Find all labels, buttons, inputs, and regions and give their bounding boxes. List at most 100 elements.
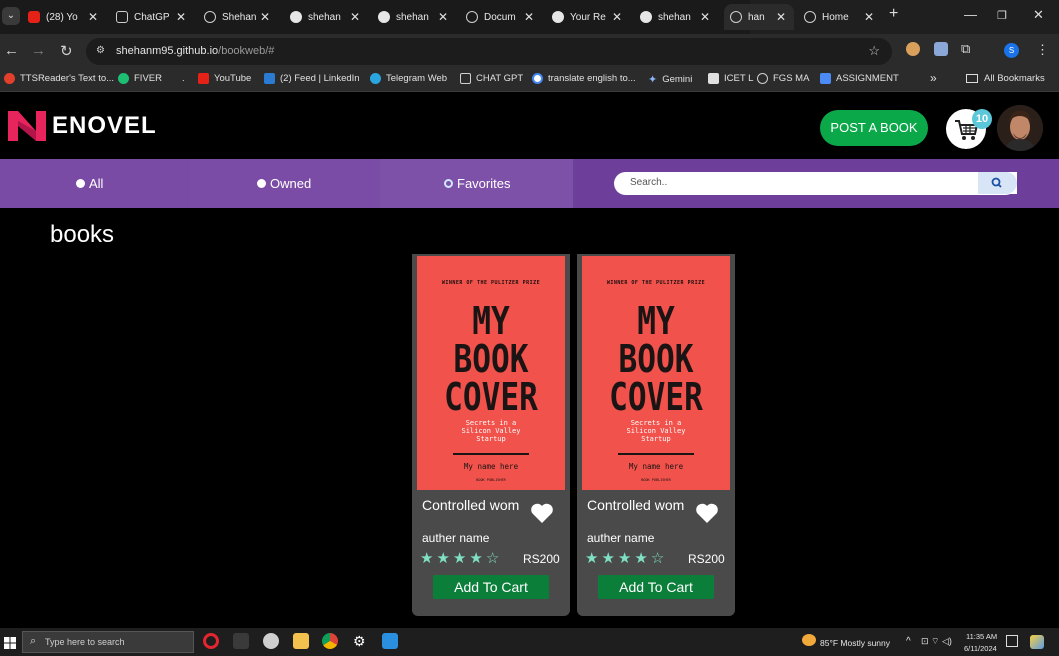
menu-kebab-icon[interactable]: ⋮ — [1036, 42, 1049, 58]
tab-youtube[interactable]: (28) Yo ✕ — [28, 4, 106, 30]
github-icon — [378, 11, 390, 23]
windows-start-icon[interactable] — [4, 636, 16, 649]
bookmark-item[interactable]: TTSReader's Text to... — [4, 73, 114, 84]
filter-owned[interactable]: Owned — [257, 176, 311, 191]
notifications-icon[interactable] — [1006, 635, 1018, 647]
tab-shehan[interactable]: Shehan ✕ — [204, 4, 278, 30]
book-cover-image[interactable]: WINNER OF THE PULITZER PRIZE MY BOOK COV… — [582, 256, 730, 490]
tab-your-repo[interactable]: Your Re ✕ — [552, 4, 630, 30]
tab-label: Docum — [484, 11, 516, 23]
favorite-heart-icon[interactable] — [695, 502, 719, 529]
tray-chevron-icon[interactable]: ^ — [906, 636, 911, 647]
globe-icon — [466, 11, 478, 23]
copilot-icon[interactable] — [1030, 635, 1044, 649]
reload-icon[interactable]: ↻ — [60, 42, 73, 60]
filter-favorites[interactable]: Favorites — [444, 176, 510, 191]
site-logo[interactable]: ENOVEL — [8, 111, 157, 141]
search-button[interactable] — [978, 172, 1017, 194]
all-bookmarks-button[interactable]: All Bookmarks — [966, 73, 1045, 84]
close-icon[interactable]: ✕ — [768, 10, 794, 24]
favorite-heart-icon[interactable] — [530, 502, 554, 529]
tab-document[interactable]: Docum ✕ — [466, 4, 542, 30]
bookmark-item[interactable]: translate english to... — [532, 73, 636, 84]
close-icon[interactable]: ✕ — [168, 10, 194, 24]
close-icon[interactable]: ✕ — [516, 10, 542, 24]
close-icon[interactable]: ✕ — [856, 10, 882, 24]
extensions-puzzle-icon[interactable]: ⧉ — [961, 41, 970, 57]
new-tab-icon[interactable]: + — [889, 5, 898, 23]
tab-label: shehan — [396, 11, 429, 23]
bookmark-item[interactable]: Telegram Web — [370, 73, 447, 84]
settings-gear-icon[interactable]: ⚙ — [353, 633, 366, 650]
close-icon[interactable]: ✕ — [252, 10, 278, 24]
vscode-icon[interactable] — [382, 633, 398, 649]
tab-current[interactable]: han ✕ — [724, 4, 794, 30]
close-icon[interactable]: ✕ — [604, 10, 630, 24]
profile-avatar[interactable]: S — [1004, 43, 1019, 58]
book-title[interactable]: Controlled wom — [587, 497, 687, 514]
close-icon[interactable]: ✕ — [342, 10, 368, 24]
bookmark-item[interactable]: FIVER — [118, 73, 162, 84]
close-icon[interactable]: ✕ — [80, 10, 106, 24]
clock-time[interactable]: 11:35 AM — [966, 632, 997, 641]
close-icon[interactable]: ✕ — [430, 10, 456, 24]
post-a-book-button[interactable]: POST A BOOK — [820, 110, 928, 146]
site-info-icon[interactable]: ⚙ — [96, 45, 105, 56]
bookmark-item[interactable]: . — [182, 73, 185, 84]
close-icon[interactable]: ✕ — [692, 10, 718, 24]
chrome-active-icon[interactable] — [233, 633, 249, 649]
window-close-icon[interactable]: ✕ — [1033, 7, 1044, 23]
opera-icon[interactable] — [203, 633, 219, 649]
add-to-cart-button[interactable]: Add To Cart — [433, 575, 549, 599]
tab-github-3[interactable]: shehan ✕ — [640, 4, 718, 30]
bookmark-item[interactable]: FGS MA — [757, 73, 809, 84]
tab-search-dropdown[interactable]: ⌄ — [2, 7, 20, 25]
search-input-extension[interactable] — [750, 172, 1017, 194]
bookmark-item[interactable]: ✦ Gemini — [648, 73, 692, 86]
chrome-icon[interactable] — [322, 633, 338, 649]
minimize-icon[interactable]: — — [964, 7, 977, 22]
weather-text[interactable]: 85°F Mostly sunny — [820, 638, 890, 648]
logo-text: ENOVEL — [52, 112, 157, 139]
add-to-cart-button[interactable]: Add To Cart — [598, 575, 714, 599]
app-icon[interactable] — [263, 633, 279, 649]
filter-all[interactable]: All — [76, 176, 103, 191]
taskbar-search-placeholder: Type here to search — [45, 637, 125, 647]
star-filled-icon: ★ — [436, 550, 453, 567]
bookmark-item[interactable]: ASSIGNMENT — [820, 73, 899, 84]
book-card[interactable]: WINNER OF THE PULITZER PRIZE MY BOOK COV… — [412, 254, 570, 616]
star-filled-icon: ★ — [452, 550, 470, 567]
file-explorer-icon[interactable] — [293, 633, 309, 649]
bookmark-label: ICET L — [724, 73, 754, 84]
bookmark-item[interactable]: ICET L — [708, 73, 753, 84]
user-avatar[interactable] — [997, 105, 1043, 151]
tray-icons[interactable]: ⊡ ⌔ ◁) — [921, 636, 952, 647]
filter-label: Owned — [270, 176, 312, 191]
tab-chatgpt[interactable]: ChatGP ✕ — [116, 4, 194, 30]
restore-icon[interactable]: ❐ — [997, 9, 1007, 22]
taskbar-search-input[interactable]: ⌕ Type here to search — [22, 631, 194, 653]
url-input[interactable]: ⚙ shehanm95.github.io/bookweb/# ☆ — [86, 38, 892, 65]
tab-github-1[interactable]: shehan ✕ — [290, 4, 368, 30]
star-filled-icon: ★ — [634, 550, 651, 567]
back-icon[interactable]: ← — [4, 42, 19, 59]
tab-home[interactable]: Home ✕ — [804, 4, 882, 30]
bookmarks-overflow-button[interactable]: » — [930, 71, 937, 85]
bookmark-item[interactable]: CHAT GPT — [460, 73, 523, 84]
book-title[interactable]: Controlled wom — [422, 497, 522, 514]
book-card[interactable]: WINNER OF THE PULITZER PRIZE MY BOOK COV… — [577, 254, 735, 616]
bookmark-star-icon[interactable]: ☆ — [868, 43, 880, 59]
bookmark-label: TTSReader's Text to... — [20, 73, 115, 84]
forward-icon[interactable]: → — [31, 42, 46, 59]
book-cover-image[interactable]: WINNER OF THE PULITZER PRIZE MY BOOK COV… — [417, 256, 565, 490]
extension-icon[interactable] — [906, 42, 920, 56]
tab-github-2[interactable]: shehan ✕ — [378, 4, 456, 30]
bookmark-item[interactable]: YouTube — [198, 73, 251, 84]
url-path: /bookweb/# — [218, 45, 275, 57]
star-empty-icon: ☆ — [485, 550, 503, 567]
cover-author: My name here — [628, 462, 684, 471]
bookmark-item[interactable]: (2) Feed | LinkedIn — [264, 73, 360, 84]
clock-date[interactable]: 6/11/2024 — [964, 644, 997, 653]
shield-icon[interactable] — [934, 42, 948, 56]
cover-prize-text: WINNER OF THE PULITZER PRIZE — [441, 280, 541, 286]
